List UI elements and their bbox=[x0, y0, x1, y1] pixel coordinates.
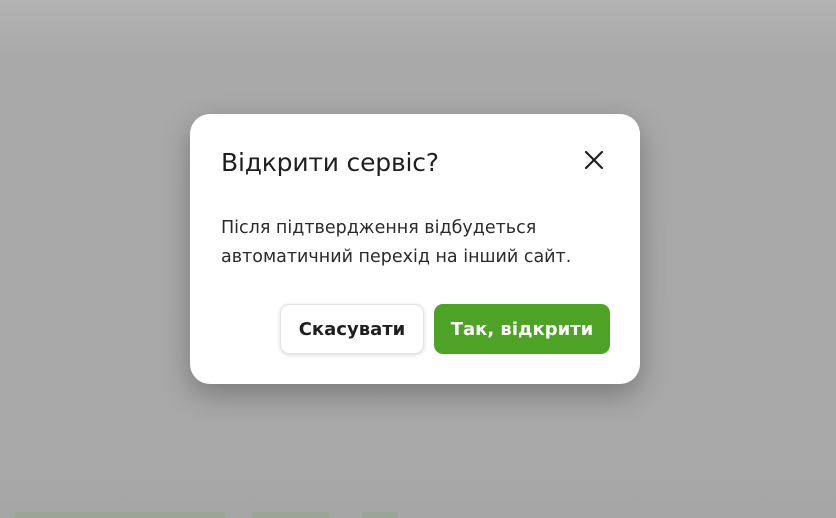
background-element bbox=[14, 512, 226, 518]
cancel-button[interactable]: Скасувати bbox=[280, 304, 424, 354]
background-element bbox=[252, 512, 330, 518]
page-overlay: Відкрити сервіс? Після підтвердження від… bbox=[0, 0, 836, 518]
confirm-open-button[interactable]: Так, відкрити bbox=[434, 304, 610, 354]
confirm-dialog: Відкрити сервіс? Після підтвердження від… bbox=[190, 114, 640, 384]
dialog-message-line: автоматичний перехід на інший сайт. bbox=[221, 247, 572, 267]
dialog-message-line: Після підтвердження відбудеться bbox=[221, 218, 537, 238]
close-button[interactable] bbox=[581, 147, 607, 173]
dialog-message: Після підтвердження відбудеться автомати… bbox=[221, 214, 611, 272]
close-icon bbox=[584, 150, 604, 170]
dialog-title: Відкрити сервіс? bbox=[221, 148, 439, 177]
background-element bbox=[362, 512, 398, 518]
